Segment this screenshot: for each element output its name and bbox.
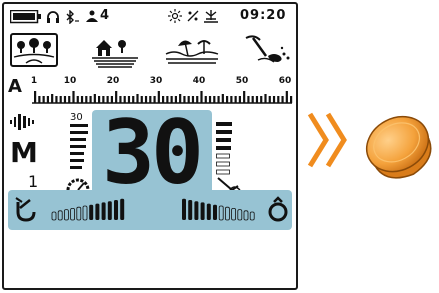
ground-balance-icon: [204, 10, 218, 23]
scale-tick: [55, 96, 58, 103]
scale-tick: [213, 96, 216, 103]
signal-bar: [57, 210, 63, 221]
scale-tick: [268, 96, 271, 103]
signal-bar: [243, 210, 249, 221]
scale-tick: [221, 94, 224, 103]
beach-icon[interactable]: [164, 34, 220, 68]
ferrous-icon: [15, 197, 36, 222]
scale-tick: [260, 96, 263, 103]
scale-tick: [230, 96, 233, 103]
scale-tick: [98, 96, 101, 103]
scale-tick: [243, 91, 246, 103]
scale-tick: [234, 96, 237, 103]
bottle-cap-icon: [366, 115, 432, 179]
scale-tick: [251, 96, 254, 103]
scale-tick: [59, 96, 62, 103]
depth-label: 30: [70, 112, 83, 123]
signal-bar: [206, 203, 211, 220]
scale-tick: [255, 96, 259, 103]
scale-tick: [264, 94, 267, 103]
scale-tick: [290, 96, 293, 103]
scale-tick: [217, 96, 220, 103]
scale-tick-label: 10: [63, 76, 77, 86]
scale-tick-label: 40: [192, 76, 206, 86]
nonferrous-icon: [268, 196, 288, 222]
signal-bar: [114, 200, 118, 220]
scale-tick: [247, 96, 250, 103]
scale-tick: [208, 96, 212, 103]
scale-tick: [80, 96, 84, 103]
scale-tick: [38, 96, 41, 103]
scale-tick: [85, 96, 88, 103]
gold-pick-icon[interactable]: [238, 34, 294, 68]
signal-bar: [82, 205, 88, 221]
signal-bar: [188, 200, 193, 220]
scale-tick: [93, 94, 96, 103]
signal-strength-icon: [10, 114, 34, 130]
scale-tick: [285, 91, 288, 103]
headphones-icon: [47, 11, 59, 23]
scale-tick: [34, 91, 37, 103]
scale-tick: [72, 91, 75, 103]
scale-tick-label: 50: [235, 76, 249, 86]
scale-tick: [76, 96, 79, 103]
ferrous-signal-bars: [51, 198, 125, 221]
scale-tick: [51, 94, 54, 103]
scale-tick-label: 30: [149, 76, 163, 86]
scale-tick: [277, 96, 280, 103]
status-bar: 4 09:20: [4, 4, 296, 32]
scale-tick: [46, 96, 49, 103]
scale-tick: [238, 96, 241, 103]
signal-bar: [76, 206, 82, 221]
signal-bar: [70, 207, 76, 221]
mode-letter: M: [10, 136, 38, 169]
signal-bar: [120, 198, 125, 220]
signal-bar: [200, 202, 205, 220]
field-icon[interactable]: [90, 34, 140, 68]
signal-bar: [107, 201, 112, 220]
battery-icon: [10, 10, 41, 24]
nonferrous-signal-bars: [182, 198, 255, 221]
scale-tick: [42, 96, 45, 103]
scale-tick-label: 60: [278, 76, 292, 86]
scale-tick: [63, 96, 67, 103]
signal-bar: [194, 201, 199, 220]
chevron-right-icon: [307, 112, 347, 168]
park-icon: [13, 38, 55, 64]
signal-bar: [213, 204, 217, 220]
scale-tick: [226, 96, 229, 103]
scale-tick: [272, 96, 276, 103]
scale-tick: [68, 96, 71, 103]
channel-number: 4: [100, 8, 110, 23]
signal-bar: [237, 209, 243, 221]
lcd-screen: 4 09:20 A 1 10 20 30 40 50 60 M 1 30 30: [2, 2, 298, 290]
signal-bar: [95, 203, 100, 220]
scale-tick: [200, 91, 203, 103]
signal-bar: [249, 211, 255, 221]
depth-bars: [70, 124, 88, 169]
signal-bar: [218, 205, 224, 221]
clock-time: 09:20: [240, 8, 287, 23]
bluetooth-icon: [66, 10, 79, 24]
mode-number: 1: [28, 172, 39, 191]
target-id-number: 30: [102, 101, 204, 204]
mode-park[interactable]: [10, 33, 58, 67]
scale-tick: [89, 96, 92, 103]
vibration-icon: [187, 10, 199, 22]
signal-bar: [63, 209, 69, 221]
scale-tick: [281, 96, 284, 103]
scale-tick-label: 1: [30, 76, 38, 86]
search-modes: [4, 32, 296, 76]
scale-tick: [204, 96, 207, 103]
signal-bar: [225, 206, 230, 221]
signal-bar: [182, 198, 186, 220]
wireless-user-icon: [86, 10, 98, 22]
signal-bar: [89, 204, 94, 220]
signal-bar: [101, 202, 106, 220]
range-letter: A: [8, 76, 22, 97]
signal-bar: [51, 211, 57, 221]
backlight-icon: [168, 9, 182, 23]
signal-bar: [231, 207, 236, 221]
scale-tick-label: 20: [106, 76, 120, 86]
